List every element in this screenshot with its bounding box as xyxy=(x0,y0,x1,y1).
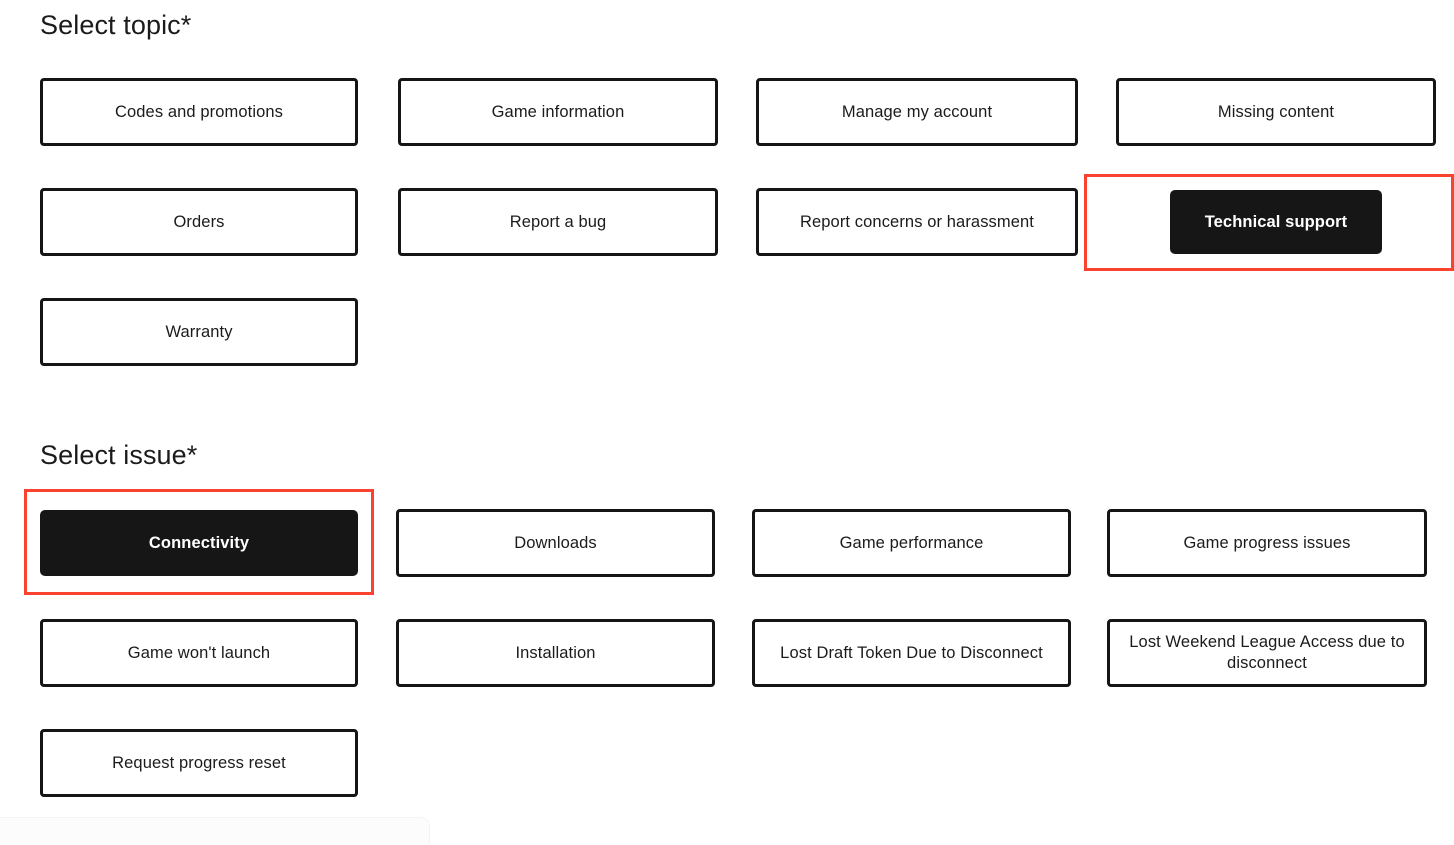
topic-option-label: Report a bug xyxy=(509,212,607,231)
issue-option-connectivity[interactable]: Connectivity xyxy=(40,510,358,576)
issue-option-label: Lost Draft Token Due to Disconnect xyxy=(780,643,1043,662)
topic-option-codes-and-promotions[interactable]: Codes and promotions xyxy=(40,78,358,146)
topic-option-orders[interactable]: Orders xyxy=(40,188,358,256)
issue-option-label: Game progress issues xyxy=(1183,533,1351,552)
page-title-select-issue: Select issue* xyxy=(40,440,198,470)
topic-option-label: Report concerns or harassment xyxy=(799,212,1034,231)
issue-option-request-progress-reset[interactable]: Request progress reset xyxy=(40,729,358,797)
issue-option-game-progress-issues[interactable]: Game progress issues xyxy=(1107,509,1427,577)
issue-option-label: Game won't launch xyxy=(127,643,271,662)
bottom-panel xyxy=(0,817,430,845)
topic-option-label: Codes and promotions xyxy=(114,102,283,121)
topic-option-label: Game information xyxy=(491,102,625,121)
support-form-page: Select topic* Codes and promotions Game … xyxy=(0,0,1454,845)
topic-option-label: Missing content xyxy=(1217,102,1335,121)
topic-option-label: Manage my account xyxy=(841,102,993,121)
topic-option-label: Technical support xyxy=(1204,212,1348,231)
issue-option-label: Downloads xyxy=(514,533,597,552)
issue-option-label: Lost Weekend League Access due to discon… xyxy=(1129,633,1405,672)
issue-option-label: Installation xyxy=(515,643,596,662)
topic-option-report-concerns-or-harassment[interactable]: Report concerns or harassment xyxy=(756,188,1078,256)
issue-option-installation[interactable]: Installation xyxy=(396,619,715,687)
issue-option-label: Request progress reset xyxy=(112,753,286,772)
page-title-select-topic: Select topic* xyxy=(40,10,192,40)
issue-option-downloads[interactable]: Downloads xyxy=(396,509,715,577)
topic-option-missing-content[interactable]: Missing content xyxy=(1116,78,1436,146)
issue-option-game-performance[interactable]: Game performance xyxy=(752,509,1071,577)
topic-option-label: Warranty xyxy=(165,322,233,341)
issue-option-lost-draft-token-due-to-disconnect[interactable]: Lost Draft Token Due to Disconnect xyxy=(752,619,1071,687)
issue-option-lost-weekend-league-access-due-to-disconnect[interactable]: Lost Weekend League Access due to discon… xyxy=(1107,619,1427,687)
topic-option-report-a-bug[interactable]: Report a bug xyxy=(398,188,718,256)
topic-option-warranty[interactable]: Warranty xyxy=(40,298,358,366)
topic-option-game-information[interactable]: Game information xyxy=(398,78,718,146)
topic-option-manage-my-account[interactable]: Manage my account xyxy=(756,78,1078,146)
issue-option-label: Connectivity xyxy=(148,533,250,552)
issue-option-game-wont-launch[interactable]: Game won't launch xyxy=(40,619,358,687)
topic-option-technical-support[interactable]: Technical support xyxy=(1170,190,1382,254)
topic-option-label: Orders xyxy=(173,212,225,231)
issue-option-label: Game performance xyxy=(839,533,984,552)
